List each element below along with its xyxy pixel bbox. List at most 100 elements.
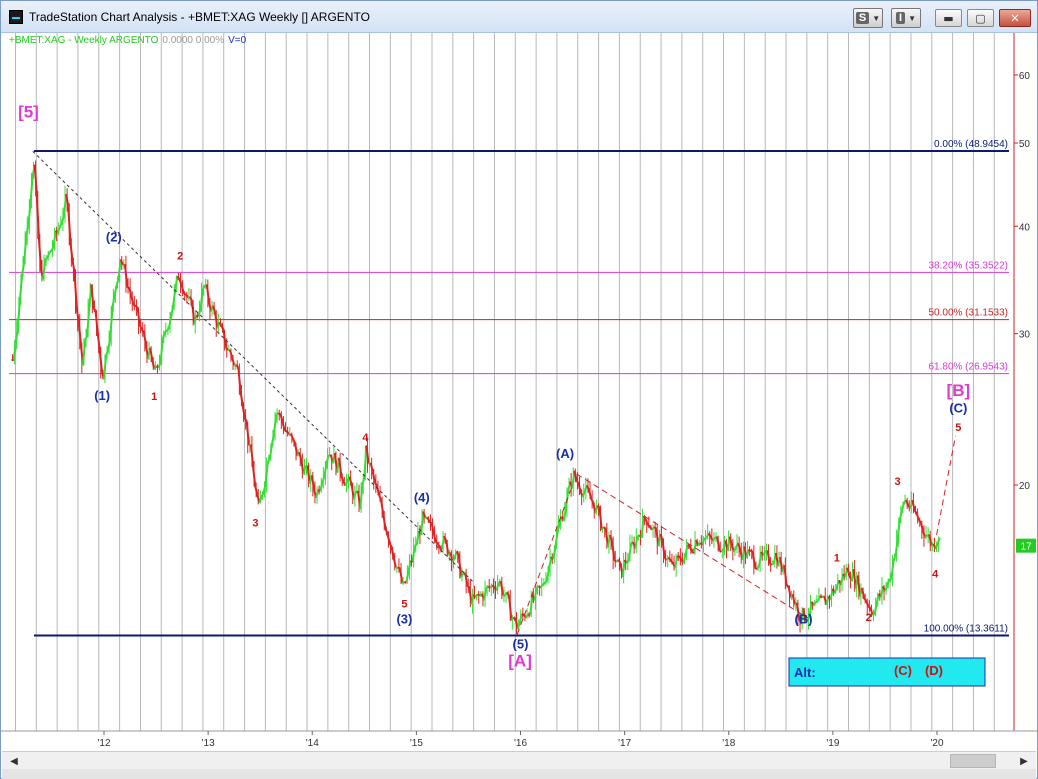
scroll-thumb[interactable] [950, 754, 996, 768]
candle-body [769, 562, 773, 566]
wave-label: 1 [151, 391, 157, 403]
candle-body [586, 484, 591, 491]
candle-body [873, 602, 878, 615]
candle-body [581, 490, 586, 498]
x-tick-label: '20 [930, 738, 943, 749]
candle-body [915, 513, 920, 521]
candle-body [856, 575, 862, 597]
candle-body [751, 552, 757, 568]
candle-body [107, 337, 112, 351]
candle-body [502, 594, 506, 598]
candle-body [678, 555, 683, 562]
x-tick-label: '16 [514, 738, 527, 749]
candle-body [140, 328, 145, 333]
candle-body [361, 476, 366, 486]
candle-body [626, 559, 630, 564]
scroll-right-icon[interactable]: ▶ [1016, 753, 1032, 769]
candle-body [889, 578, 892, 581]
symbol-link-label: S [855, 12, 870, 24]
candle-body [352, 490, 358, 500]
candle-body [21, 262, 26, 276]
candle-body [384, 527, 389, 535]
candle-body [627, 543, 633, 561]
candle-body [128, 287, 133, 297]
wave-label: 1 [834, 552, 840, 564]
candle-body [46, 252, 51, 259]
candle-body [310, 475, 316, 490]
candle-body [29, 176, 34, 204]
candle-body [92, 307, 97, 312]
candle-body [37, 237, 43, 269]
candle-body [319, 482, 324, 492]
scroll-left-icon[interactable]: ◀ [6, 753, 22, 769]
candle-body [224, 346, 229, 351]
candle-body [562, 508, 568, 521]
price-chart[interactable]: 60 50 40 30 20 '12 '13 '14 '15 '16 '17 '18 '19 '20 0.0… [1, 33, 1037, 751]
symbol-link-button[interactable]: S ▼ [853, 8, 883, 28]
candle-body [254, 485, 259, 495]
chart-legend: +BMET:XAG - Weekly ARGENTO 0.0000 0.00% V=… [9, 35, 246, 46]
fib-level-label: 38.20% (35.3522) [928, 260, 1008, 271]
candle-body [506, 591, 511, 598]
candle-body [745, 549, 750, 559]
candle-body [71, 260, 76, 273]
chevron-down-icon: ▼ [872, 13, 881, 23]
indicator-button[interactable]: I ▼ [891, 8, 921, 28]
candle-body [205, 284, 211, 303]
candle-body [919, 521, 925, 531]
candle-body [105, 349, 110, 356]
candle-body [435, 541, 439, 545]
legend-values: 0.0000 0.00% [162, 35, 225, 46]
wave-label: 3 [895, 476, 901, 488]
candle-body [67, 206, 72, 243]
candle-body [325, 454, 330, 464]
candle-body [674, 555, 679, 569]
candle-body [270, 432, 276, 445]
candle-body [189, 296, 194, 303]
candle-body [661, 540, 666, 559]
candle-body [644, 519, 649, 526]
close-button[interactable]: ✕ [999, 9, 1031, 27]
chart-area[interactable]: 60 50 40 30 20 '12 '13 '14 '15 '16 '17 '18 '19 '20 0.0… [1, 33, 1037, 751]
candle-body [499, 581, 505, 596]
candle-body [264, 462, 269, 484]
candle-body [936, 537, 941, 544]
candle-body [407, 560, 412, 572]
maximize-button[interactable]: ▢ [967, 9, 994, 27]
tradestation-app-icon [9, 10, 23, 24]
candle-body [174, 276, 179, 289]
candle-body [123, 263, 129, 287]
candle-body [892, 554, 897, 561]
candle-body [16, 299, 22, 327]
candle-body [23, 235, 28, 263]
candle-body [130, 295, 135, 305]
title-bar[interactable]: TradeStation Chart Analysis - +BMET:XAG … [1, 1, 1037, 33]
wave-label: (4) [414, 490, 430, 505]
maximize-icon: ▢ [975, 11, 986, 25]
candle-body [289, 433, 294, 440]
candle-body [684, 544, 689, 554]
candle-body [617, 559, 622, 565]
candle-body [56, 226, 61, 234]
candle-body [420, 511, 425, 535]
x-tick-label: '18 [722, 738, 735, 749]
y-tick-label: 50 [1019, 139, 1031, 150]
candle-body [44, 257, 48, 261]
minimize-button[interactable]: ▬ [935, 9, 962, 27]
candle-body [598, 507, 603, 530]
candle-body [25, 224, 30, 237]
candle-body [483, 587, 488, 601]
candle-body [934, 542, 939, 550]
horizontal-scrollbar[interactable]: ◀ ▶ [2, 751, 1036, 769]
candle-body [111, 294, 116, 310]
wave-label: (A) [556, 446, 574, 461]
wave-trendline [516, 484, 574, 635]
candle-body [65, 194, 70, 207]
candle-body [867, 605, 871, 609]
close-icon: ✕ [1010, 11, 1020, 25]
candle-body [840, 573, 845, 586]
candle-body [69, 241, 74, 261]
candle-body [18, 274, 24, 300]
candle-body [239, 390, 244, 406]
candle-body [577, 483, 582, 493]
